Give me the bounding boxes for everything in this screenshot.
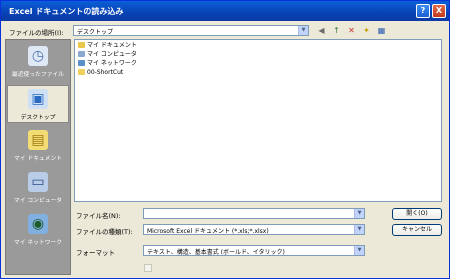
place-my-computer[interactable]: ▭ マイ コンピュータ <box>7 169 69 207</box>
chevron-down-icon[interactable]: ▼ <box>354 225 364 234</box>
disabled-checkbox[interactable] <box>144 264 152 272</box>
my-network-icon: ◉ <box>28 214 48 234</box>
chevron-down-icon[interactable]: ▼ <box>354 246 364 255</box>
open-button[interactable]: 開く(O) <box>392 208 442 220</box>
up-folder-icon[interactable]: ↑ <box>331 25 342 36</box>
place-recent[interactable]: ◷ 最近使ったファイル <box>7 43 69 81</box>
my-documents-icon: ▤ <box>28 130 48 150</box>
list-item[interactable]: 00-ShortCut <box>78 69 123 77</box>
back-icon[interactable]: ◀ <box>316 25 327 36</box>
filetype-dropdown[interactable]: Microsoft Excel ドキュメント (*.xls;*.xlsx) ▼ <box>143 224 365 235</box>
close-button[interactable]: X <box>432 4 446 18</box>
cancel-button[interactable]: キャンセル <box>392 224 442 236</box>
lookin-label: ファイルの場所(I): <box>9 29 64 37</box>
desktop-icon: ▣ <box>28 89 48 109</box>
places-bar: ◷ 最近使ったファイル ▣ デスクトップ ▤ マイ ドキュメント ▭ マイ コン… <box>5 39 71 275</box>
place-my-documents[interactable]: ▤ マイ ドキュメント <box>7 127 69 165</box>
place-desktop[interactable]: ▣ デスクトップ <box>7 85 69 123</box>
help-button[interactable]: ? <box>416 4 430 18</box>
filetype-value: Microsoft Excel ドキュメント (*.xls;*.xlsx) <box>147 228 269 235</box>
file-list[interactable]: マイ ドキュメント マイ コンピュータ マイ ネットワーク 00-ShortCu… <box>74 39 442 202</box>
views-icon[interactable]: ▦ <box>376 25 387 36</box>
new-folder-icon[interactable]: ✦ <box>361 25 372 36</box>
delete-icon[interactable]: ✕ <box>346 25 357 36</box>
my-documents-icon <box>78 42 85 48</box>
my-computer-icon <box>78 51 85 57</box>
chevron-down-icon[interactable]: ▼ <box>298 26 308 35</box>
recent-docs-icon: ◷ <box>28 46 48 66</box>
my-computer-icon: ▭ <box>28 172 48 192</box>
format-value: テキスト、構造、基本書式 (ボールド、イタリック) <box>147 249 285 256</box>
list-item[interactable]: マイ コンピュータ <box>78 51 137 59</box>
open-dialog: Excel ドキュメントの読み込み ? X ファイルの場所(I): デスクトップ… <box>0 0 450 279</box>
window-title: Excel ドキュメントの読み込み <box>9 7 124 16</box>
format-dropdown[interactable]: テキスト、構造、基本書式 (ボールド、イタリック) ▼ <box>143 245 365 256</box>
filename-input[interactable]: ▼ <box>143 208 365 219</box>
list-item[interactable]: マイ ドキュメント <box>78 42 137 50</box>
chevron-down-icon[interactable]: ▼ <box>354 209 364 218</box>
folder-icon <box>78 69 85 75</box>
place-my-network[interactable]: ◉ マイ ネットワーク <box>7 211 69 249</box>
filetype-label: ファイルの種類(T): <box>76 228 133 236</box>
lookin-dropdown[interactable]: デスクトップ ▼ <box>73 25 309 36</box>
lookin-value: デスクトップ <box>77 29 114 36</box>
format-label: フォーマット <box>76 249 115 257</box>
my-network-icon <box>78 60 85 66</box>
filename-label: ファイル名(N): <box>76 212 121 220</box>
list-item[interactable]: マイ ネットワーク <box>78 60 137 68</box>
title-bar: Excel ドキュメントの読み込み ? X <box>1 1 449 21</box>
